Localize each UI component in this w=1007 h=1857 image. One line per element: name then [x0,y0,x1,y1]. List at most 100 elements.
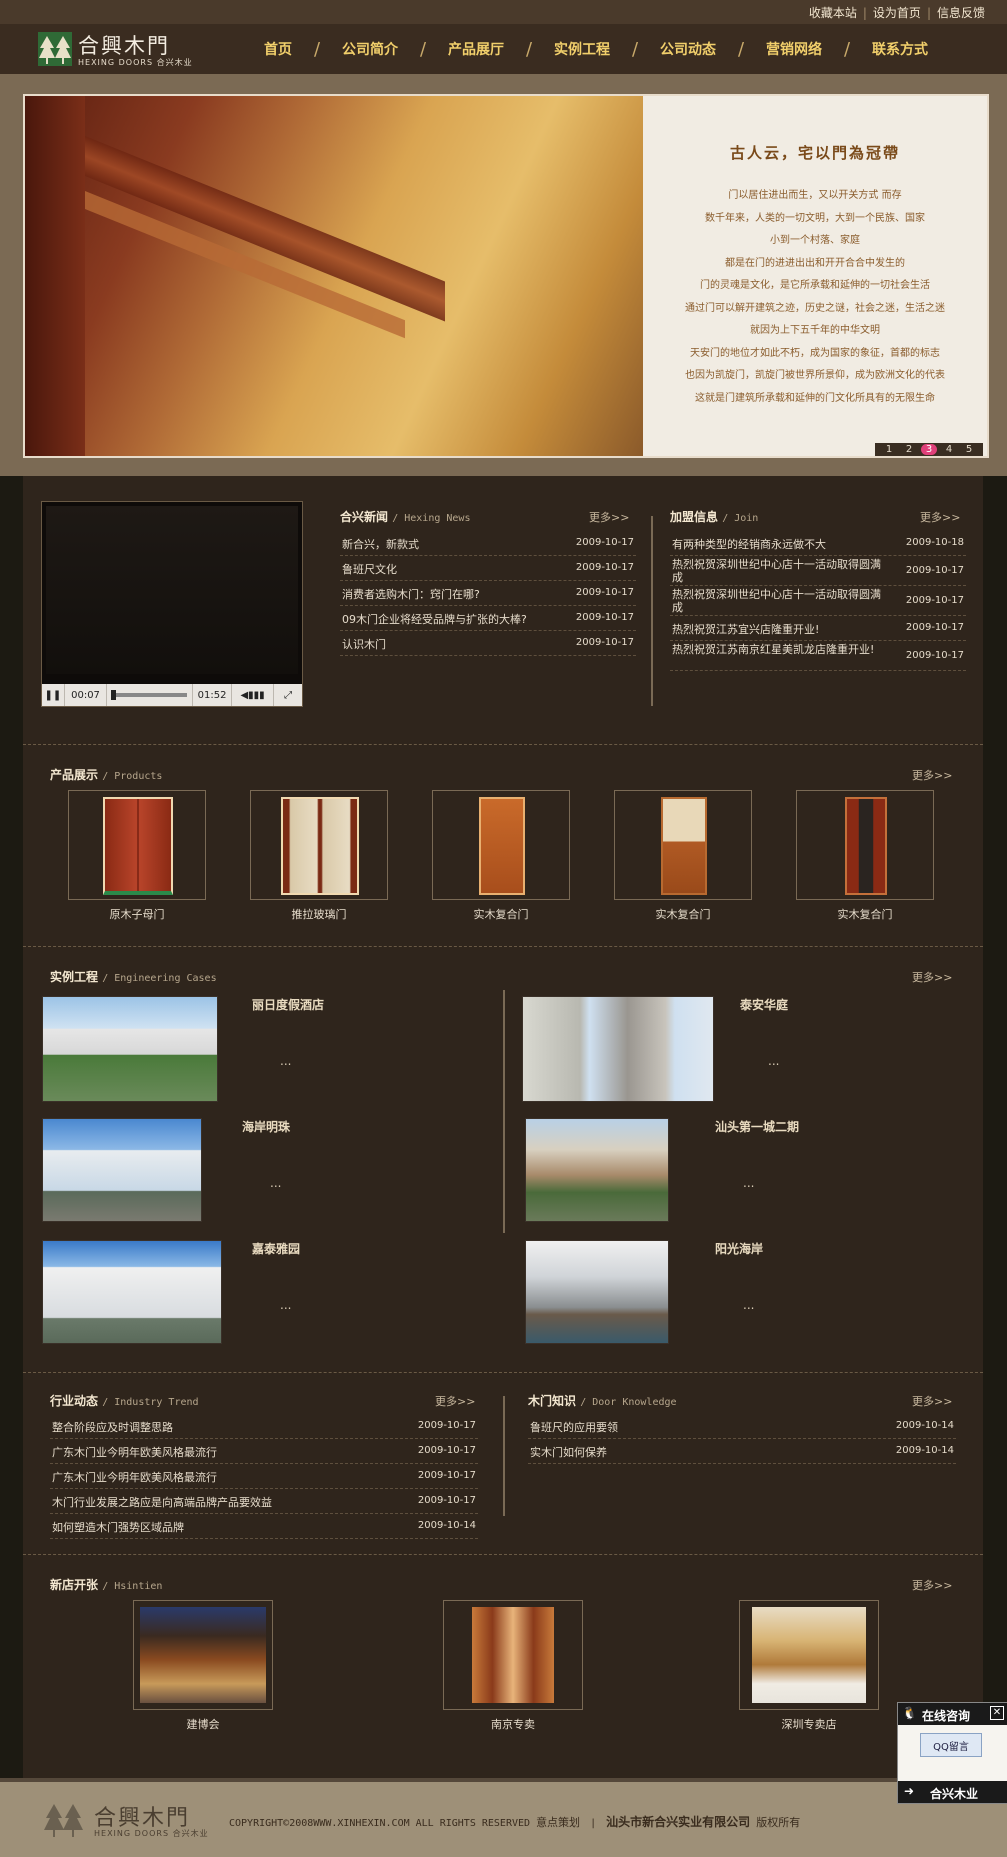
list-item[interactable]: 热烈祝贺江苏宜兴店隆重开业! 2009-10-17 [670,616,966,641]
news-more-link[interactable]: 更多>> [589,509,629,525]
nav-about[interactable]: 公司简介 [328,39,412,59]
product-label[interactable]: 实木复合门 [614,906,752,922]
main-content: ❚❚ 00:07 01:52 ◀▮▮▮ ⤢ 合兴新闻 / Hexing News… [23,476,983,1778]
trend-more-link[interactable]: 更多>> [435,1393,475,1409]
case-image[interactable] [525,1118,669,1222]
nav-divider: / [419,38,427,60]
footer-design-credit[interactable]: 意点策划 [536,1816,580,1829]
shop-image[interactable] [443,1600,583,1710]
list-item[interactable]: 广东木门业今明年欧美风格最流行 2009-10-17 [50,1439,478,1464]
case-title[interactable]: 丽日度假酒店 [252,996,324,1013]
list-item[interactable]: 09木门企业将经受品牌与扩张的大棒? 2009-10-17 [340,606,636,631]
list-item[interactable]: 木门行业发展之路应是向高端品牌产品要效益 2009-10-17 [50,1489,478,1514]
close-icon[interactable]: ✕ [990,1706,1004,1720]
logo-tree-icon [38,32,72,66]
section-divider [23,946,983,947]
shop-card[interactable]: 南京专卖 [443,1600,583,1732]
product-label[interactable]: 原木子母门 [68,906,206,922]
case-image[interactable] [42,996,218,1102]
set-homepage-link[interactable]: 设为首页 [873,6,921,20]
cases-section-title: 实例工程 / Engineering Cases [50,970,217,984]
join-list: 有两种类型的经销商永远做不大 2009-10-18 热烈祝贺深圳世纪中心店十一活动… [670,531,966,671]
product-card[interactable]: 实木复合门 [432,790,570,922]
list-item[interactable]: 热烈祝贺江苏南京红星美凯龙店隆重开业! 2009-10-17 [670,641,966,671]
logo[interactable]: 合興木門 HEXING DOORS 合兴木业 [38,30,198,70]
products-more-link[interactable]: 更多>> [912,767,952,783]
product-card[interactable]: 推拉玻璃门 [250,790,388,922]
case-description: ... [743,1176,755,1190]
case-title[interactable]: 泰安华庭 [740,996,788,1013]
pager-dot-active[interactable]: 3 [921,444,937,455]
shop-card[interactable]: 建博会 [133,1600,273,1732]
list-item[interactable]: 广东木门业今明年欧美风格最流行 2009-10-17 [50,1464,478,1489]
case-image[interactable] [525,1240,669,1344]
volume-icon[interactable]: ◀▮▮▮ [232,684,275,706]
shop-label[interactable]: 建博会 [133,1716,273,1732]
news-section-title: 合兴新闻 / Hexing News [340,510,471,524]
join-more-link[interactable]: 更多>> [920,509,960,525]
pager-dot[interactable]: 4 [941,444,957,455]
product-label[interactable]: 推拉玻璃门 [250,906,388,922]
pause-icon[interactable]: ❚❚ [42,684,65,706]
shop-label[interactable]: 深圳专卖店 [739,1716,879,1732]
divider [503,990,505,1233]
case-title[interactable]: 汕头第一城二期 [715,1118,799,1135]
video-current-time: 00:07 [65,684,108,706]
video-screen[interactable] [46,506,298,674]
pager-dot[interactable]: 2 [901,444,917,455]
product-card[interactable]: 实木复合门 [614,790,752,922]
case-description: ... [743,1298,755,1312]
nav-cases[interactable]: 实例工程 [540,39,624,59]
left-edge [0,476,23,1778]
list-item[interactable]: 鲁班尺的应用要领 2009-10-14 [528,1414,956,1439]
shop-label[interactable]: 南京专卖 [443,1716,583,1732]
video-seek-bar[interactable] [107,684,194,706]
video-player[interactable]: ❚❚ 00:07 01:52 ◀▮▮▮ ⤢ [41,501,303,707]
case-title[interactable]: 嘉泰雅园 [252,1240,300,1257]
case-title[interactable]: 阳光海岸 [715,1240,763,1257]
bookmark-link[interactable]: 收藏本站 [809,6,857,20]
product-card[interactable]: 原木子母门 [68,790,206,922]
product-label[interactable]: 实木复合门 [432,906,570,922]
knowledge-more-link[interactable]: 更多>> [912,1393,952,1409]
list-item[interactable]: 如何塑造木门强势区域品牌 2009-10-14 [50,1514,478,1539]
product-image[interactable] [432,790,570,900]
product-card[interactable]: 实木复合门 [796,790,934,922]
product-image[interactable] [250,790,388,900]
logo-subtext: HEXING DOORS 合兴木业 [78,58,193,67]
list-item[interactable]: 消费者选购木门：窍门在哪? 2009-10-17 [340,581,636,606]
nav-network[interactable]: 营销网络 [752,39,836,59]
pager-dot[interactable]: 1 [881,444,897,455]
shop-image[interactable] [133,1600,273,1710]
qq-message-button[interactable]: QQ留言 [920,1733,982,1757]
pager-dot[interactable]: 5 [961,444,977,455]
shops-more-link[interactable]: 更多>> [912,1577,952,1593]
list-item[interactable]: 实木门如何保养 2009-10-14 [528,1439,956,1464]
shop-image[interactable] [739,1600,879,1710]
list-item[interactable]: 鲁班尺文化 2009-10-17 [340,556,636,581]
list-item[interactable]: 热烈祝贺深圳世纪中心店十一活动取得圆满成 2009-10-17 [670,586,966,616]
list-item[interactable]: 整合阶段应及时调整思路 2009-10-17 [50,1414,478,1439]
list-item[interactable]: 新合兴，新款式 2009-10-17 [340,531,636,556]
nav-contact[interactable]: 联系方式 [858,39,942,59]
nav-home[interactable]: 首页 [250,39,306,59]
feedback-link[interactable]: 信息反馈 [937,6,985,20]
cases-more-link[interactable]: 更多>> [912,969,952,985]
nav-news[interactable]: 公司动态 [646,39,730,59]
case-image[interactable] [42,1240,222,1344]
case-image[interactable] [42,1118,202,1222]
product-image[interactable] [614,790,752,900]
list-item[interactable]: 有两种类型的经销商永远做不大 2009-10-18 [670,531,966,556]
product-image[interactable] [796,790,934,900]
nav-divider: / [631,38,639,60]
product-label[interactable]: 实木复合门 [796,906,934,922]
fullscreen-icon[interactable]: ⤢ [274,684,302,706]
case-image[interactable] [522,996,714,1102]
shop-card[interactable]: 深圳专卖店 [739,1600,879,1732]
qq-header: 🐧 在线咨询 ✕ [898,1703,1007,1725]
nav-products[interactable]: 产品展厅 [434,39,518,59]
list-item[interactable]: 热烈祝贺深圳世纪中心店十一活动取得圆满成 2009-10-17 [670,556,966,586]
product-image[interactable] [68,790,206,900]
case-title[interactable]: 海岸明珠 [242,1118,290,1135]
list-item[interactable]: 认识木门 2009-10-17 [340,631,636,656]
